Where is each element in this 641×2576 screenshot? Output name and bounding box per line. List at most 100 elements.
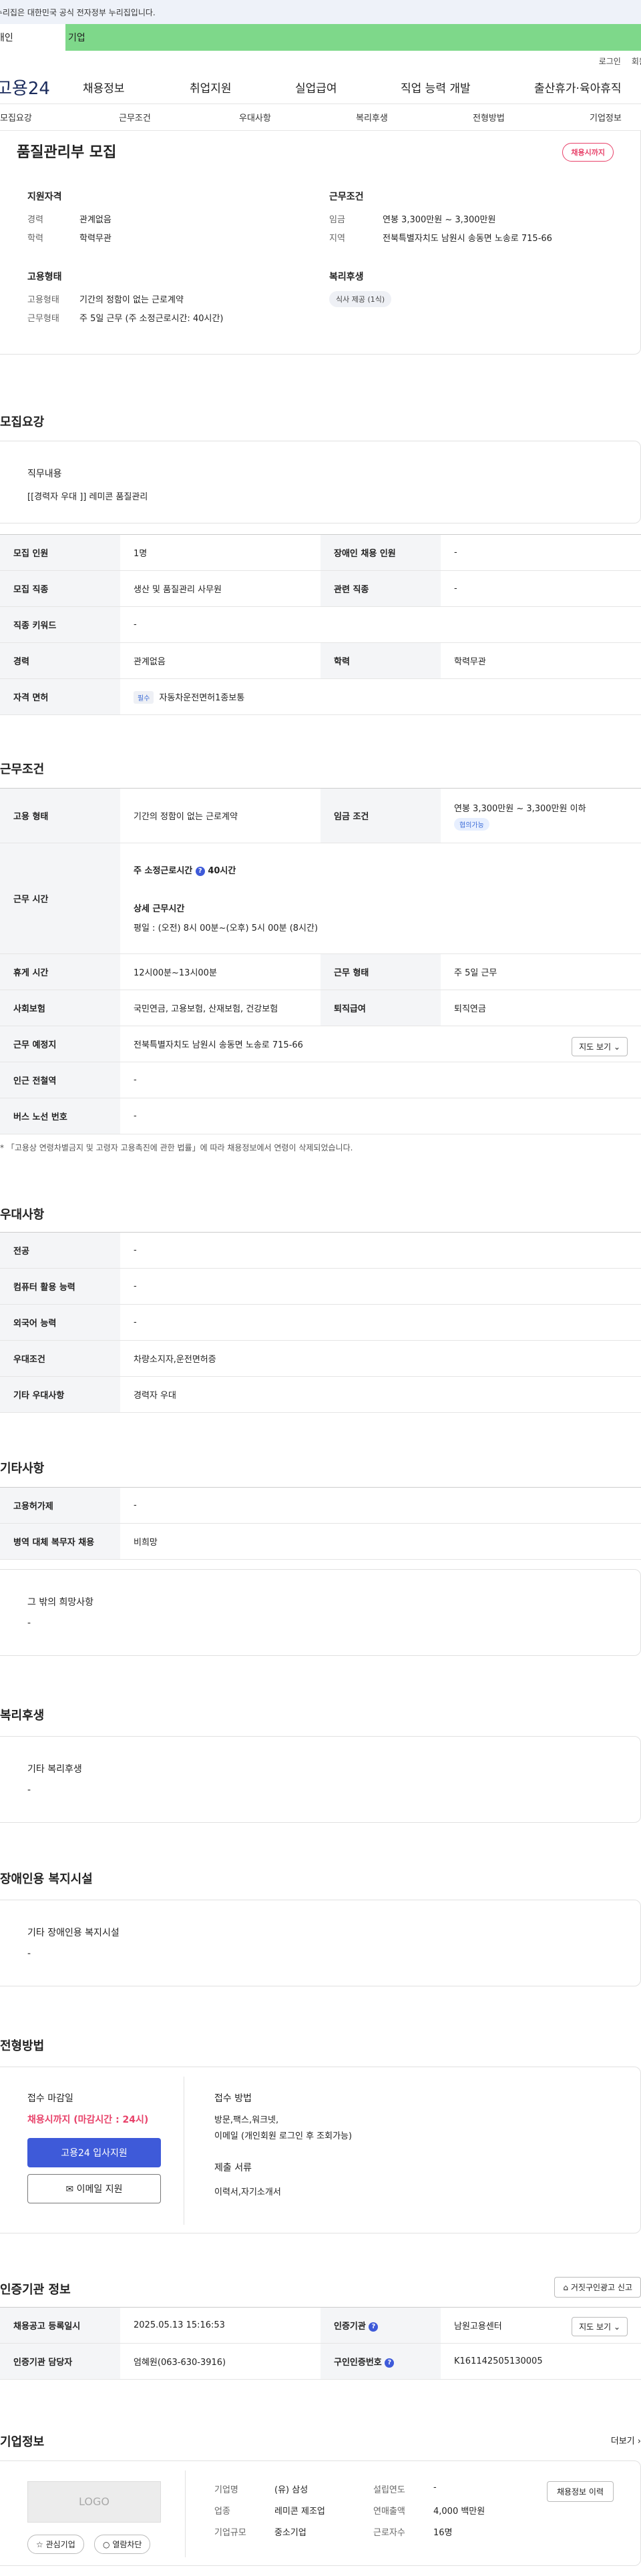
signup-link[interactable]: 회원가입 bbox=[632, 55, 641, 67]
company-logo: LOGO bbox=[27, 2481, 161, 2523]
block-company-button[interactable]: ○ 열람차단 bbox=[94, 2535, 151, 2554]
qual-education-key: 학력 bbox=[27, 234, 43, 244]
table-row: 기타 우대사항 경력자 우대 bbox=[0, 1376, 641, 1413]
chevron-down-icon: ⌄ bbox=[613, 2322, 620, 2332]
cond-wage-key: 임금 bbox=[329, 215, 345, 225]
email-apply-button[interactable]: ✉ 이메일 지원 bbox=[27, 2174, 161, 2203]
user-type-tabs: 개인 기업 bbox=[0, 24, 641, 51]
detail-hours-value: 평일 : (오전) 8시 00분~(오후) 5시 00분 (8시간) bbox=[134, 923, 318, 933]
negotiable-tag: 협의가능 bbox=[454, 817, 489, 831]
cert-table: 채용공고 등록일시 2025.05.13 15:16:53 인증기관 ? 남원고용센터… bbox=[0, 2307, 641, 2380]
bus-value: - bbox=[120, 1098, 641, 1134]
emp-form-key: 근무형태 bbox=[27, 314, 59, 324]
work-form-value: 주 5일 근무 bbox=[441, 953, 641, 990]
detail-hours-label: 상세 근무시간 bbox=[134, 904, 185, 914]
subnav-process[interactable]: 전형방법 bbox=[473, 111, 590, 124]
table-row: 경력 관계없음 학력 학력무관 bbox=[0, 642, 641, 679]
company-size-row: 기업규모 중소기업 bbox=[214, 2525, 306, 2538]
company-more-link[interactable]: 더보기 › bbox=[611, 2434, 641, 2446]
work-section-title: 근무조건 bbox=[0, 763, 45, 777]
favorite-company-button[interactable]: ☆ 관심기업 bbox=[27, 2535, 84, 2554]
table-row: 우대조건 차량소지자,운전면허증 bbox=[0, 1340, 641, 1377]
employees-key: 근로자수 bbox=[373, 2528, 405, 2538]
subnav-welfare[interactable]: 복리후생 bbox=[356, 111, 473, 124]
weekly-hours-line: 주 소정근로시간 ? 40시간 bbox=[134, 863, 628, 876]
station-value: - bbox=[120, 1062, 641, 1098]
revenue-row: 연매출액 4,000 백만원 bbox=[373, 2504, 485, 2517]
map-view-button[interactable]: 지도 보기 ⌄ bbox=[572, 1037, 628, 1056]
permit-value: - bbox=[120, 1487, 641, 1524]
work-emp-value: 기간의 정함이 없는 근로계약 bbox=[120, 788, 320, 843]
table-row: 전공 - bbox=[0, 1232, 641, 1269]
welfare-card: 기타 복리후생 - bbox=[0, 1736, 641, 1823]
apply-button[interactable]: 고용24 입사지원 bbox=[27, 2138, 161, 2167]
gnb-item-unemployment-benefit[interactable]: 실업급여 bbox=[295, 79, 401, 95]
job-category-value: 생산 및 품질관리 사무원 bbox=[120, 570, 320, 607]
cert-section-title: 인증기관 정보 bbox=[0, 2283, 71, 2297]
keyword-value: - bbox=[120, 606, 641, 643]
cert-map-button[interactable]: 지도 보기 ⌄ bbox=[572, 2317, 628, 2336]
education-key: 학력 bbox=[320, 642, 441, 679]
qual-career-value: 관계없음 bbox=[79, 215, 112, 225]
related-job-value: - bbox=[441, 570, 641, 607]
help-icon[interactable]: ? bbox=[369, 2322, 379, 2332]
hours-key: 근무 시간 bbox=[0, 843, 120, 954]
false-ad-report-button[interactable]: ⌂ 거짓구인광고 신고 bbox=[554, 2277, 641, 2298]
table-row: 휴게 시간 12시00분~13시00분 근무 형태 주 5일 근무 bbox=[0, 953, 641, 990]
disabled-other-heading: 기타 장애인용 복지시설 bbox=[27, 1928, 120, 1938]
site-logo[interactable]: 고용24 bbox=[0, 75, 83, 99]
job-title: 품질관리부 모집 bbox=[17, 144, 117, 161]
break-value: 12시00분~13시00분 bbox=[120, 953, 320, 990]
gnb-item-employment-support[interactable]: 취업지원 bbox=[190, 79, 295, 95]
workplace-key: 근무 예정지 bbox=[0, 1026, 120, 1062]
gnb-item-parental-leave[interactable]: 출산휴가·육아휴직 bbox=[534, 79, 622, 95]
recruit-section-title: 모집요강 bbox=[0, 415, 45, 429]
emp-form-value: 주 5일 근무 (주 소정근로시간: 40시간) bbox=[79, 314, 224, 324]
pref-section-title: 우대사항 bbox=[0, 1208, 45, 1222]
cond-region: 지역 전북특별자치도 남원시 송동면 노송로 715-66 bbox=[329, 231, 552, 244]
cert-manager-key: 인증기관 담당자 bbox=[0, 2343, 120, 2380]
tab-corporate-label: 기업 bbox=[68, 33, 85, 43]
mail-icon: ✉ bbox=[65, 2184, 74, 2195]
table-row: 채용공고 등록일시 2025.05.13 15:16:53 인증기관 ? 남원고용센터… bbox=[0, 2307, 641, 2344]
process-section-title: 전형방법 bbox=[0, 2039, 45, 2053]
education-value: 학력무관 bbox=[441, 642, 641, 679]
company-name-value: (유) 삼성 bbox=[274, 2485, 308, 2495]
docs-value: 이력서,자기소개서 bbox=[214, 2187, 281, 2197]
license-value: 자동차운전면허1종보통 bbox=[159, 692, 245, 703]
tab-corporate[interactable]: 기업 bbox=[65, 24, 641, 51]
table-row: 고용 형태 기간의 정함이 없는 근로계약 임금 조건 연봉 3,300만원 ~ 3,… bbox=[0, 788, 641, 843]
help-icon[interactable]: ? bbox=[195, 866, 205, 876]
docs-heading: 제출 서류 bbox=[214, 2163, 252, 2173]
major-value: - bbox=[120, 1232, 641, 1269]
table-row: 모집 직종 생산 및 품질관리 사무원 관련 직종 - bbox=[0, 570, 641, 607]
cert-manager-value: 엄혜원(063-630-3916) bbox=[120, 2343, 320, 2380]
founded-key: 설립연도 bbox=[373, 2485, 405, 2495]
subnav-preferences[interactable]: 우대사항 bbox=[192, 111, 356, 124]
section-nav: 모집요강 근무조건 우대사항 복리후생 전형방법 기업정보 bbox=[0, 104, 641, 131]
subnav-conditions[interactable]: 근무조건 bbox=[119, 111, 192, 124]
tab-individual[interactable]: 개인 bbox=[0, 24, 65, 51]
table-row: 고용허가제 - bbox=[0, 1487, 641, 1524]
subnav-recruit[interactable]: 모집요강 bbox=[0, 111, 119, 124]
career-key: 경력 bbox=[0, 642, 120, 679]
language-value: - bbox=[120, 1304, 641, 1341]
permit-key: 고용허가제 bbox=[0, 1487, 120, 1524]
disabled-other-value: - bbox=[27, 1948, 31, 1959]
help-icon[interactable]: ? bbox=[385, 2358, 395, 2368]
table-row: 외국어 능력 - bbox=[0, 1304, 641, 1341]
block-icon: ○ bbox=[103, 2540, 110, 2549]
login-link[interactable]: 로그인 bbox=[599, 55, 621, 67]
gnb-item-skills-dev[interactable]: 직업 능력 개발 bbox=[401, 79, 534, 95]
star-icon: ☆ bbox=[36, 2540, 43, 2549]
bus-key: 버스 노선 번호 bbox=[0, 1098, 120, 1134]
qual-career-key: 경력 bbox=[27, 215, 43, 225]
company-section-title: 기업정보 bbox=[0, 2435, 45, 2449]
age-law-note: * 「고용상 연령차별금지 및 고령자 고용촉진에 관한 법률」에 따라 채용정… bbox=[0, 1143, 353, 1152]
subnav-company[interactable]: 기업정보 bbox=[590, 111, 622, 124]
disabled-section-title: 장애인용 복지시설 bbox=[0, 1872, 93, 1886]
gnb-item-jobs[interactable]: 채용정보 bbox=[83, 79, 190, 95]
emp-type-value: 기간의 정함이 없는 근로계약 bbox=[79, 295, 184, 305]
duty-heading: 직무내용 bbox=[27, 469, 62, 479]
job-history-button[interactable]: 채용정보 이력 bbox=[546, 2481, 614, 2502]
